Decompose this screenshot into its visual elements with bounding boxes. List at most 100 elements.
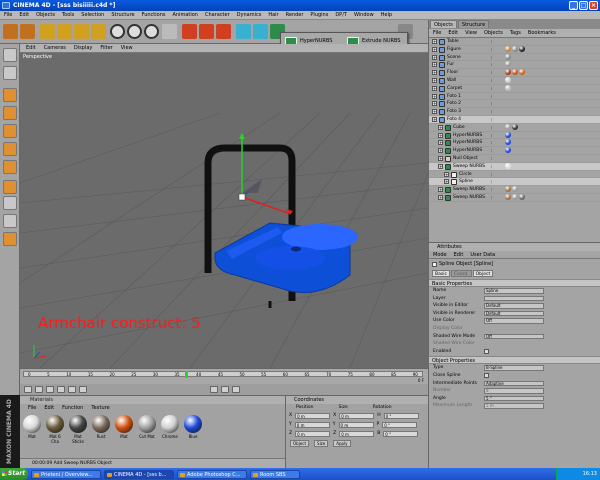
material-swatch[interactable]: Mat — [22, 415, 42, 444]
material-swatch[interactable]: Mat — [114, 415, 134, 444]
visibility-flags-icon[interactable]: ⁝ — [491, 70, 498, 75]
expand-toggle-icon[interactable]: + — [438, 163, 443, 169]
expand-toggle-icon[interactable]: + — [432, 39, 437, 44]
material-swatch[interactable]: Chrome — [160, 415, 180, 444]
property-value-field[interactable] — [484, 295, 544, 302]
property-value-field[interactable]: 5 m — [484, 403, 544, 409]
viewport-menu-cameras[interactable]: Cameras — [44, 44, 66, 52]
close-button[interactable]: × — [589, 1, 598, 10]
menu-dp-t[interactable]: DP/T — [335, 11, 347, 19]
tab-structure[interactable]: Structure — [457, 20, 490, 28]
coord-object-button[interactable]: Object — [290, 440, 310, 447]
tweak-tool-icon[interactable] — [3, 180, 17, 194]
z-axis-icon[interactable] — [144, 24, 159, 39]
use-object-tool-icon[interactable] — [3, 66, 17, 80]
visibility-flags-icon[interactable]: ⁝ — [491, 117, 498, 122]
expand-toggle-icon[interactable]: + — [444, 179, 449, 185]
timeline-ruler[interactable]: 0 5 10 15 20 25 30 35 40 45 50 55 60 65 70 75 80 85 90 — [23, 371, 423, 377]
visibility-flags-icon[interactable]: ⁝ — [491, 94, 498, 99]
menu-structure[interactable]: Structure — [111, 11, 134, 19]
visibility-flags-icon[interactable]: ⁝ — [491, 179, 498, 184]
property-checkbox[interactable] — [484, 372, 489, 378]
visibility-flags-icon[interactable]: ⁝ — [491, 55, 498, 60]
keyframe-icon[interactable] — [232, 386, 240, 393]
material-swatch[interactable]: Rust — [91, 415, 111, 444]
material-tag-icon[interactable] — [512, 45, 518, 52]
object-row[interactable]: + HyperNURBS ⁝ — [429, 139, 600, 148]
property-value-field[interactable]: B-Spline — [484, 365, 544, 371]
menu-window[interactable]: Window — [354, 11, 374, 19]
material-tag-icon[interactable] — [505, 123, 511, 130]
expand-toggle-icon[interactable]: + — [438, 124, 443, 130]
property-value-field[interactable]: Adaptive — [484, 380, 544, 387]
expand-toggle-icon[interactable]: + — [432, 116, 437, 122]
object-row[interactable]: + Foto 4 ⁝ — [429, 115, 600, 124]
property-value-field[interactable]: 5 ° — [484, 395, 544, 402]
start-button[interactable]: Start — [0, 468, 28, 480]
visibility-flags-icon[interactable]: ⁝ — [491, 164, 498, 169]
record-icon[interactable] — [210, 386, 218, 393]
objects-menu-edit[interactable]: Edit — [448, 29, 458, 37]
material-tag-icon[interactable] — [505, 53, 511, 60]
visibility-flags-icon[interactable]: ⁝ — [491, 78, 498, 83]
position-z-input[interactable]: 0 m — [295, 430, 331, 437]
menu-dynamics[interactable]: Dynamics — [237, 11, 262, 19]
visibility-flags-icon[interactable]: ⁝ — [491, 195, 498, 200]
attributes-menu-mode[interactable]: Mode — [433, 251, 447, 258]
visibility-flags-icon[interactable]: ⁝ — [491, 62, 498, 67]
material-tag-icon[interactable] — [519, 45, 525, 52]
material-tag-icon[interactable] — [505, 131, 511, 138]
position-x-input[interactable]: 0 m — [295, 412, 331, 419]
material-swatch[interactable]: Mat Sticks — [68, 415, 88, 444]
visibility-flags-icon[interactable]: ⁝ — [491, 101, 498, 106]
object-row[interactable]: + Cube ⁝ — [429, 123, 600, 132]
materials-menu-function[interactable]: Function — [62, 404, 83, 412]
visibility-flags-icon[interactable]: ⁝ — [491, 172, 498, 177]
menu-character[interactable]: Character — [205, 11, 230, 19]
object-row[interactable]: + Foto 3 ⁝ — [429, 108, 600, 116]
visibility-flags-icon[interactable]: ⁝ — [491, 39, 498, 44]
object-row[interactable]: + Wall ⁝ — [429, 76, 600, 85]
visibility-flags-icon[interactable]: ⁝ — [491, 156, 498, 161]
property-value-field[interactable]: Default — [484, 310, 544, 317]
expand-toggle-icon[interactable]: + — [432, 93, 437, 99]
perspective-viewport[interactable]: Perspective Armchair construct: 5 — [20, 53, 428, 368]
visibility-flags-icon[interactable]: ⁝ — [491, 187, 498, 192]
menu-tools[interactable]: Tools — [62, 11, 74, 19]
render-view-icon[interactable] — [182, 24, 197, 39]
x-axis-icon[interactable] — [110, 24, 125, 39]
object-row[interactable]: + Foto 2 ⁝ — [429, 100, 600, 109]
redo-icon[interactable] — [20, 24, 35, 39]
material-tag-icon[interactable] — [505, 162, 511, 169]
move-icon[interactable] — [57, 24, 72, 39]
rotation-h-input[interactable]: 0 ° — [383, 412, 419, 419]
material-tag-icon[interactable] — [505, 147, 511, 154]
object-row[interactable]: + Sweep NURBS ⁝ — [429, 193, 600, 202]
visibility-flags-icon[interactable]: ⁝ — [491, 109, 498, 114]
material-tag-icon[interactable] — [519, 193, 525, 200]
attr-tab-coord[interactable]: Coord. — [450, 270, 472, 277]
property-checkbox[interactable] — [484, 348, 489, 354]
menu-plugins[interactable]: Plugins — [310, 11, 328, 19]
expand-toggle-icon[interactable]: + — [432, 77, 437, 83]
gizmo-center[interactable] — [238, 193, 246, 201]
cube-primitive-icon[interactable] — [236, 24, 251, 39]
menu-render[interactable]: Render — [286, 11, 304, 19]
next-key-icon[interactable] — [68, 386, 76, 393]
visibility-flags-icon[interactable]: ⁝ — [491, 86, 498, 91]
objects-menu-bookmarks[interactable]: Bookmarks — [528, 29, 556, 37]
timeline[interactable]: 0 5 10 15 20 25 30 35 40 45 50 55 60 65 70 75 80 85 90 0 F — [20, 368, 428, 384]
scale-icon[interactable] — [74, 24, 89, 39]
rotation-b-input[interactable]: 0 ° — [383, 430, 419, 437]
texture-tool-icon[interactable] — [3, 142, 17, 156]
object-row[interactable]: + Table ⁝ — [429, 38, 600, 46]
object-row[interactable]: + HyperNURBS ⁝ — [429, 147, 600, 155]
viewport-menu-view[interactable]: View — [121, 44, 133, 52]
play-back-icon[interactable] — [46, 386, 54, 393]
prev-key-icon[interactable] — [35, 386, 43, 393]
menu-file[interactable]: File — [4, 11, 12, 19]
use-points-tool-icon[interactable] — [3, 88, 17, 102]
object-properties-section[interactable]: Object Properties — [429, 356, 600, 365]
coord-system-icon[interactable] — [162, 24, 177, 39]
position-y-input[interactable]: 0 m — [294, 421, 330, 428]
